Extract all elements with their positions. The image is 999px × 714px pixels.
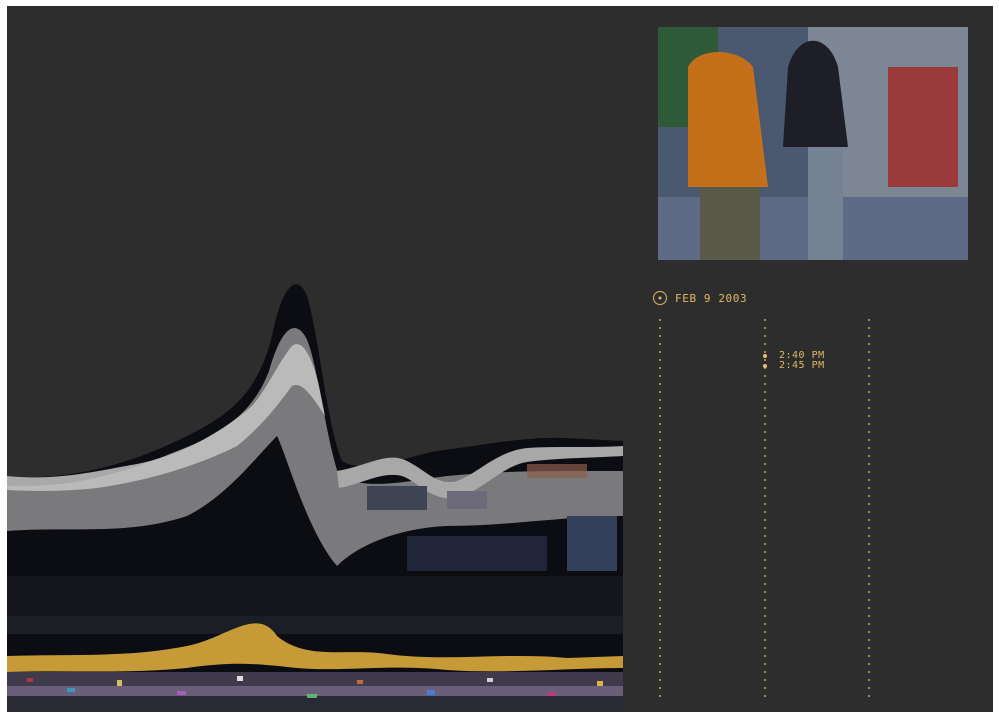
- video-frame[interactable]: [658, 27, 968, 260]
- dot-icon: [763, 364, 767, 368]
- time-entry-label: 2:45 PM: [779, 360, 825, 371]
- bookshelf: [888, 67, 958, 187]
- timeline-track-1[interactable]: [659, 316, 661, 702]
- timeline-track-3[interactable]: [868, 316, 870, 702]
- timeline-date-header[interactable]: FEB 9 2003: [653, 289, 747, 307]
- stream-patch-4: [567, 516, 617, 571]
- video-slit-visualization[interactable]: [7, 276, 623, 712]
- stream-patch-2: [447, 491, 487, 509]
- timeline-track-2[interactable]: [764, 316, 766, 702]
- stream-strata-1: [7, 576, 623, 616]
- stream-patch-3: [527, 464, 587, 478]
- stream-strata-noise-1: [7, 672, 623, 686]
- stream-strata-2: [7, 616, 623, 634]
- dot-icon: [763, 354, 767, 358]
- timeline-date-label: FEB 9 2003: [675, 291, 748, 305]
- time-entry-2[interactable]: 2:45 PM: [763, 361, 825, 371]
- stream-patch-5: [407, 536, 547, 571]
- stream-patch-1: [367, 486, 427, 510]
- stream-strata-noise-3: [7, 696, 623, 712]
- clock-icon: [653, 291, 667, 305]
- app-canvas: FEB 9 2003 2:40 PM 2:45 PM: [7, 6, 993, 712]
